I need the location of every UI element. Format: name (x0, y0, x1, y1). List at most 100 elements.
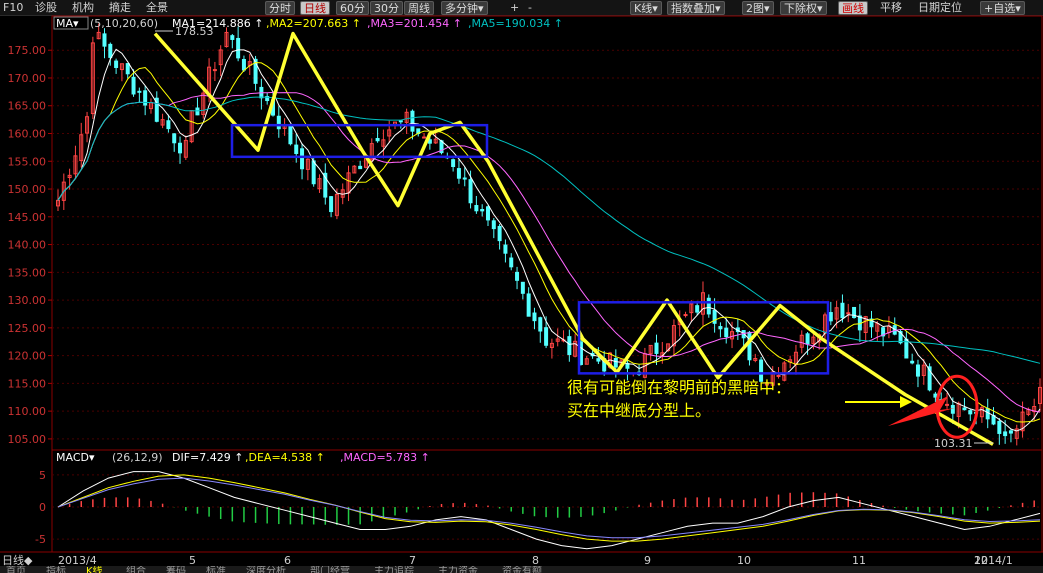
bottom-tab-item[interactable]: 筹码 (166, 566, 186, 573)
candle-body (358, 165, 363, 170)
dea-value: ,DEA=4.538 ↑ (245, 451, 325, 464)
y-tick-label: 170.00 (8, 72, 47, 85)
candle-body (776, 374, 781, 377)
ma3-value: ,MA3=201.454 ↑ (367, 17, 462, 30)
candle-body (538, 317, 543, 332)
macd-panel-frame (51, 449, 1043, 553)
candle-body (230, 35, 235, 40)
candle-body (997, 420, 1002, 434)
candle-body (683, 314, 688, 317)
x-axis-label: 日线◆ (2, 553, 33, 567)
bottom-tab-item[interactable]: 深度分析 (246, 566, 286, 573)
candle-body (910, 360, 915, 364)
y-tick-label: 120.00 (8, 350, 47, 363)
bottom-tab-item[interactable]: 首页 (6, 566, 26, 573)
candle-body (840, 302, 845, 319)
bottom-tab-item[interactable]: 主力资金 (438, 566, 478, 573)
candle-body (311, 160, 316, 185)
bottom-tab-item[interactable]: 标准 (206, 566, 226, 573)
candle-body (294, 144, 299, 154)
candle-body (480, 209, 485, 212)
y-tick-label: 165.00 (8, 100, 47, 113)
candle-body (596, 358, 601, 362)
y-tick-label: 160.00 (8, 128, 47, 141)
candle-body (137, 90, 142, 93)
candle-body (329, 196, 334, 213)
y-tick-label: 140.00 (8, 239, 47, 252)
y-tick-label: 105.00 (8, 433, 47, 446)
bottom-tab-bar: 首页 指标 K线 组合 筹码 标准 深度分析 部门经营 主力追踪 主力资金 资金有额 (0, 566, 1043, 573)
candle-body (915, 364, 920, 377)
candle-body (718, 326, 723, 330)
candle-body (497, 225, 502, 242)
candle-body (532, 312, 537, 322)
dif-value: DIF=7.429 ↑ (172, 451, 243, 464)
stock-chart: 105.00 110.00 115.00 120.00 125.00 130.00 135.… (0, 15, 1043, 567)
ma-params: (5,10,20,60) (90, 17, 158, 30)
candle-body (108, 43, 113, 58)
annotation-line-2: 买在中继底分型上。 (567, 401, 711, 420)
candle-body (846, 312, 851, 315)
macd-params: (26,12,9) (112, 451, 163, 464)
candle-body (805, 333, 810, 345)
candle-body (102, 33, 107, 47)
candle-body (166, 120, 171, 130)
candle-body (485, 206, 490, 221)
macd-indicator-label: MACD▾ (56, 451, 95, 464)
candle-body (131, 76, 136, 95)
candle-body (195, 107, 200, 116)
bottom-tab-item[interactable]: 资金有额 (502, 566, 542, 573)
macd-histogram-group (68, 492, 1035, 525)
macd-y-tick-label: 5 (39, 469, 46, 482)
candle-body (515, 271, 520, 281)
candle-body (503, 244, 508, 254)
candle-body (178, 142, 183, 154)
y-tick-label: 145.00 (8, 211, 47, 224)
low-price-label: 103.31 (934, 437, 973, 450)
consolidation-box-1 (230, 123, 489, 159)
candle-body (613, 357, 618, 368)
y-tick-label: 125.00 (8, 322, 47, 335)
candle-body (172, 133, 177, 144)
macd-value: ,MACD=5.783 ↑ (340, 451, 430, 464)
bottom-tab-item[interactable]: 指标 (46, 566, 66, 573)
candle-body (933, 393, 938, 398)
candle-body (462, 177, 467, 180)
candle-body (422, 136, 427, 139)
candle-body (962, 407, 967, 411)
candle-body (945, 403, 950, 406)
candle-body (526, 293, 531, 317)
candle-body (474, 205, 479, 212)
candle-body (276, 115, 281, 130)
bottom-tab-item[interactable]: 组合 (126, 566, 146, 573)
candle-body (451, 159, 456, 168)
candle-body (968, 410, 973, 415)
macd-y-tick-label: 0 (39, 501, 46, 514)
candle-body (706, 297, 711, 315)
bottom-tab-item[interactable]: K线 (86, 566, 103, 573)
bottom-tab-item[interactable]: 部门经营 (310, 566, 350, 573)
candle-body (1008, 430, 1013, 434)
candle-body (712, 309, 717, 324)
candle-body (491, 220, 496, 230)
bottom-tab-item[interactable]: 主力追踪 (374, 566, 414, 573)
candle-body (300, 148, 305, 170)
candle-body (410, 110, 415, 132)
candle-body (236, 37, 241, 59)
candle-body (724, 327, 729, 338)
candle-body (1003, 431, 1008, 437)
candle-body (375, 138, 380, 142)
ma5-value: ,MA5=190.034 ↑ (468, 17, 563, 30)
candle-body (241, 58, 246, 71)
candle-body (985, 408, 990, 420)
y-tick-label: 110.00 (8, 405, 47, 418)
candle-body (398, 120, 403, 123)
y-tick-label: 155.00 (8, 155, 47, 168)
signal-line (57, 477, 1041, 539)
candle-body (288, 125, 293, 145)
candle-body (114, 60, 119, 68)
candle-body (212, 69, 217, 72)
y-tick-label: 115.00 (8, 377, 47, 390)
candle-body (468, 179, 473, 204)
candle-body (950, 404, 955, 414)
